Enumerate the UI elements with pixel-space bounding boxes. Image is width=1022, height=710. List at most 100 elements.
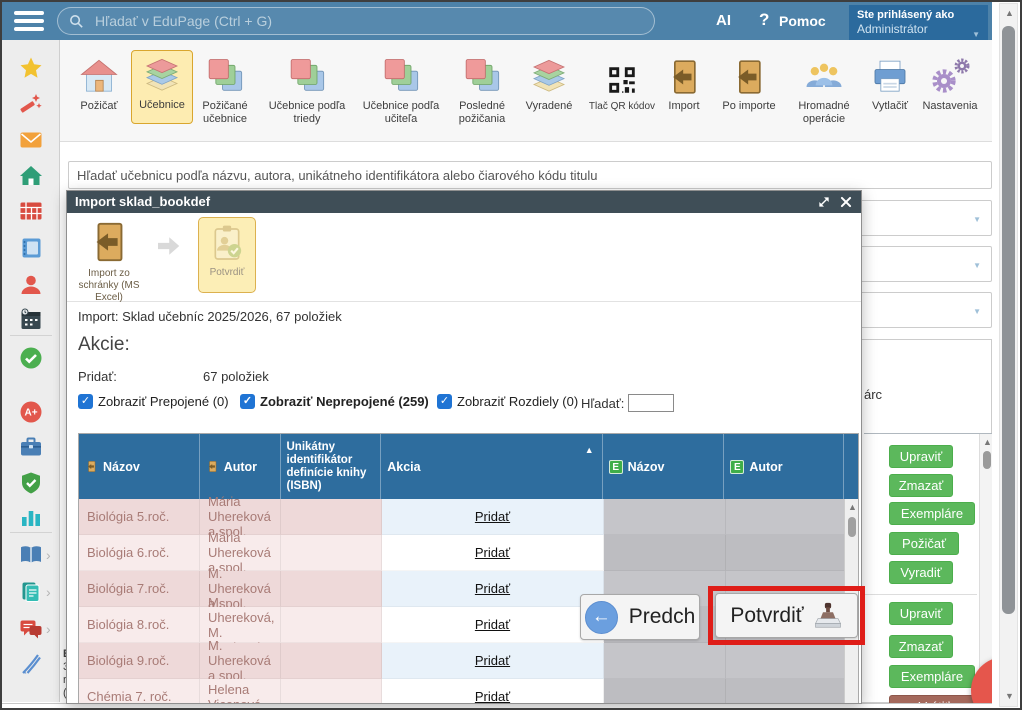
briefcase-icon[interactable] bbox=[19, 435, 43, 459]
scroll-up-icon[interactable] bbox=[1005, 9, 1014, 18]
toolbar-item-ucebnice[interactable]: Učebnice bbox=[131, 50, 193, 124]
magic-wand-icon[interactable] bbox=[19, 91, 43, 115]
global-search[interactable] bbox=[57, 7, 655, 35]
pen-icon[interactable] bbox=[19, 652, 43, 676]
toolbar-item-po-importe[interactable]: Po importe bbox=[712, 52, 786, 113]
checkbox-show-linked[interactable]: Zobraziť Prepojené (0) bbox=[78, 394, 229, 409]
toolbar-item-import[interactable]: Import bbox=[657, 52, 711, 113]
column-header-akcia[interactable]: Akcia bbox=[381, 434, 602, 499]
person-icon[interactable] bbox=[19, 273, 43, 297]
timetable-icon[interactable] bbox=[19, 199, 43, 223]
book-search-input[interactable] bbox=[69, 162, 991, 188]
pridat-link[interactable]: Pridať bbox=[475, 617, 510, 632]
cell-nazov: Chémia 7. roč. bbox=[79, 679, 200, 704]
column-header-autor-excel[interactable]: Autor bbox=[724, 434, 844, 499]
checkbox-show-differences[interactable]: Zobraziť Rozdiely (0) bbox=[437, 394, 578, 409]
close-icon[interactable] bbox=[839, 195, 853, 209]
copies-button[interactable]: Exempláre bbox=[889, 502, 975, 525]
scroll-up-icon[interactable] bbox=[848, 503, 857, 512]
checkbox-checked-icon bbox=[240, 394, 255, 409]
book-search-field[interactable] bbox=[68, 161, 992, 189]
panel-scrollbar-thumb[interactable] bbox=[983, 451, 991, 469]
cell-akcia: Pridať bbox=[382, 571, 604, 607]
cell-nazov: Biológia 5.roč. bbox=[79, 499, 200, 535]
mail-icon[interactable] bbox=[19, 128, 43, 152]
toolbar-item-tlac-qr-kodov[interactable]: Tlač QR kódov bbox=[585, 52, 659, 113]
delete-button[interactable]: Zmazať bbox=[889, 474, 953, 497]
check-circle-icon[interactable] bbox=[19, 346, 43, 370]
help-button[interactable]: Pomoc bbox=[779, 13, 826, 29]
checkbox-show-unlinked[interactable]: Zobraziť Neprepojené (259) bbox=[240, 394, 429, 409]
confirm-button[interactable]: Potvrdiť bbox=[715, 593, 858, 638]
pridat-link[interactable]: Pridať bbox=[475, 509, 510, 524]
global-search-input[interactable] bbox=[93, 12, 644, 30]
cell-excel-nazov bbox=[604, 535, 726, 571]
scroll-up-icon[interactable] bbox=[983, 438, 992, 447]
discard-button[interactable]: Vyradiť bbox=[889, 561, 953, 584]
account-menu[interactable]: Ste prihlásený ako Administrátor bbox=[849, 5, 988, 40]
people-icon bbox=[803, 57, 845, 97]
star-icon[interactable] bbox=[19, 56, 43, 80]
pridat-link[interactable]: Pridať bbox=[475, 689, 510, 704]
step-import-from-clipboard[interactable]: Import zo schránky (MS Excel) bbox=[77, 219, 141, 304]
arrow-left-icon bbox=[585, 601, 618, 634]
edit-button[interactable]: Upraviť bbox=[889, 602, 953, 625]
column-header-isbn[interactable]: Unikátny identifikátor definície knihy (… bbox=[281, 434, 382, 499]
gears-icon bbox=[953, 57, 971, 75]
page-scrollbar[interactable] bbox=[992, 2, 1020, 708]
library-icon[interactable] bbox=[19, 543, 43, 567]
expand-icon[interactable] bbox=[817, 195, 831, 209]
cell-nazov: Biológia 9.roč. bbox=[79, 643, 200, 679]
cell-autor: M. Uhereková a spol. bbox=[200, 643, 281, 679]
toolbar-item-ucebnice-podla-triedy[interactable]: Učebnice podľa triedy bbox=[259, 52, 355, 126]
shield-icon[interactable] bbox=[19, 471, 43, 495]
notebook-icon[interactable] bbox=[19, 236, 43, 260]
lend-button[interactable]: Požičať bbox=[889, 532, 959, 555]
help-icon[interactable]: ? bbox=[759, 10, 769, 30]
toolbar-item-vytlacit[interactable]: Vytlačiť bbox=[862, 52, 918, 113]
toolbar-item-vyradene[interactable]: Vyradené bbox=[517, 52, 581, 113]
checkbox-checked-icon bbox=[78, 394, 93, 409]
toolbar-item-hromadne-operacie[interactable]: Hromadné operácie bbox=[785, 52, 863, 126]
copies-button[interactable]: Exempláre bbox=[889, 665, 975, 688]
toolbar-item-ucebnice-podla-ucitela[interactable]: Učebnice podľa učiteľa bbox=[353, 52, 449, 126]
hamburger-menu-icon[interactable] bbox=[14, 11, 44, 31]
toolbar-item-posledne-pozicania[interactable]: Posledné požičania bbox=[445, 52, 519, 126]
calendar-icon[interactable] bbox=[19, 308, 43, 332]
return-button[interactable]: Vrátiť bbox=[889, 695, 979, 703]
column-header-nazov-excel[interactable]: Názov bbox=[603, 434, 725, 499]
table-scrollbar-thumb[interactable] bbox=[848, 517, 856, 537]
pridat-link[interactable]: Pridať bbox=[475, 545, 510, 560]
dialog-search-input[interactable] bbox=[628, 394, 674, 412]
previous-button[interactable]: Predch bbox=[580, 594, 700, 640]
grade-icon[interactable] bbox=[19, 400, 43, 424]
scroll-down-icon[interactable] bbox=[1005, 692, 1014, 701]
edit-button[interactable]: Upraviť bbox=[889, 445, 953, 468]
stamp-icon bbox=[813, 601, 843, 631]
step-confirm[interactable]: Potvrdiť bbox=[198, 217, 256, 293]
module-toolbar: Požičať Učebnice Požičané učebnice Učebn… bbox=[60, 40, 992, 142]
pridat-link[interactable]: Pridať bbox=[475, 581, 510, 596]
toolbar-item-pozicane-ucebnice[interactable]: Požičané učebnice bbox=[193, 52, 257, 126]
toolbar-item-nastavenia[interactable]: Nastavenia bbox=[916, 52, 984, 113]
chevron-down-icon bbox=[973, 306, 981, 316]
column-header-nazov[interactable]: Názov bbox=[79, 434, 200, 499]
column-header-autor[interactable]: Autor bbox=[200, 434, 281, 499]
documents-icon[interactable] bbox=[19, 580, 43, 604]
dialog-search-label: Hľadať: bbox=[581, 396, 624, 411]
bar-chart-icon[interactable] bbox=[19, 505, 43, 529]
pridat-link[interactable]: Pridať bbox=[475, 653, 510, 668]
printer-icon bbox=[869, 57, 911, 97]
import-door-icon bbox=[206, 460, 219, 473]
delete-button[interactable]: Zmazať bbox=[889, 635, 953, 658]
home-icon[interactable] bbox=[19, 164, 43, 188]
stacked-squares-icon bbox=[286, 57, 328, 97]
ai-button[interactable]: AI bbox=[716, 12, 731, 29]
chat-icon[interactable] bbox=[19, 617, 43, 641]
app-window: AI ? Pomoc Ste prihlásený ako Administrá… bbox=[0, 0, 1022, 710]
page-scrollbar-thumb[interactable] bbox=[1002, 26, 1015, 614]
cell-akcia: Pridať bbox=[382, 607, 604, 643]
cell-akcia: Pridať bbox=[382, 643, 604, 679]
import-door-icon bbox=[663, 57, 705, 97]
toolbar-item-pozicat[interactable]: Požičať bbox=[72, 52, 126, 113]
